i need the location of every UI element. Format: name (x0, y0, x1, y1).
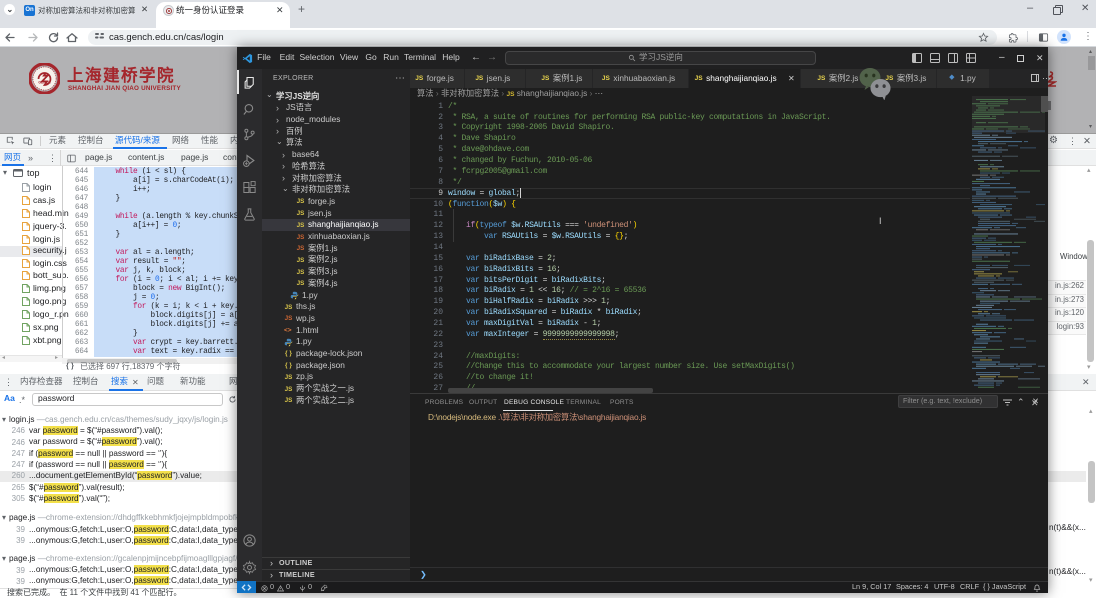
svg-text:GENCH: GENCH (38, 81, 51, 85)
